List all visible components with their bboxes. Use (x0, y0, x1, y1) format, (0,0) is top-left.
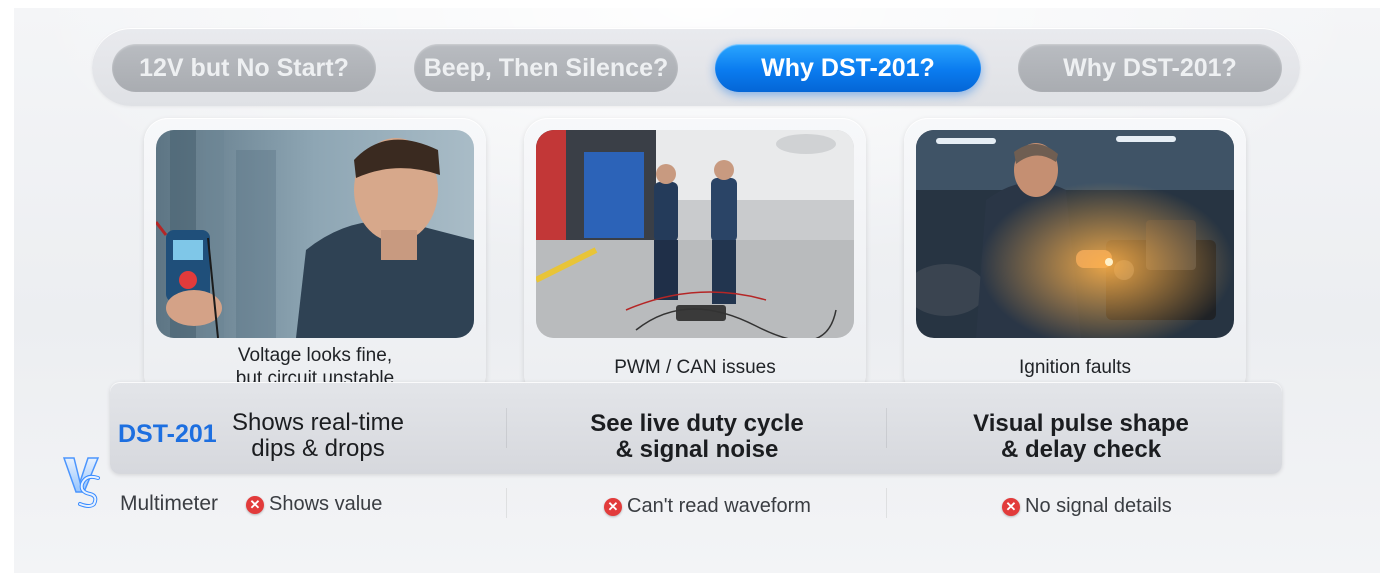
tab-why-dst-201-active[interactable]: Why DST-201? (715, 44, 981, 92)
tab-why-dst-201[interactable]: Why DST-201? (1018, 44, 1282, 92)
multimeter-feature-text: Can't read waveform (627, 495, 811, 517)
multimeter-label: Multimeter (120, 492, 219, 515)
mechanic-at-engine-photo (916, 130, 1234, 338)
column-divider (506, 408, 507, 448)
dst-feature-2: See live duty cycle & signal noise (590, 410, 804, 463)
tab-12v-no-start[interactable]: 12V but No Start? (112, 44, 376, 92)
multimeter-feature-1: ✕ Shows value (246, 493, 382, 516)
multimeter-feature-text: Shows value (269, 493, 383, 515)
technicians-testing-wiring-photo (536, 130, 854, 338)
tab-bar: 12V but No Start? Beep, Then Silence? Wh… (92, 28, 1300, 106)
red-x-icon: ✕ (604, 497, 622, 516)
column-divider (886, 408, 887, 448)
dst-201-label: DST-201 (118, 420, 217, 448)
card-pwm-can: PWM / CAN issues (524, 118, 866, 398)
card-voltage: Voltage looks fine, but circuit unstable (144, 118, 486, 398)
technician-with-multimeter-photo (156, 130, 474, 338)
vs-badge (60, 452, 106, 510)
comparison-banner: 12V but No Start? Beep, Then Silence? Wh… (14, 8, 1380, 573)
card-ignition: Ignition faults (904, 118, 1246, 398)
multimeter-feature-3: ✕ No signal details (1002, 495, 1172, 518)
tab-beep-then-silence[interactable]: Beep, Then Silence? (414, 44, 678, 92)
multimeter-feature-2: ✕ Can't read waveform (604, 495, 811, 518)
dst-feature-3: Visual pulse shape & delay check (973, 410, 1189, 463)
multimeter-feature-text: No signal details (1025, 495, 1172, 517)
red-x-icon: ✕ (246, 495, 264, 514)
dst-feature-1: Shows real-time dips & drops (231, 409, 405, 462)
column-divider (506, 488, 507, 518)
red-x-icon: ✕ (1002, 497, 1020, 516)
column-divider (886, 488, 887, 518)
